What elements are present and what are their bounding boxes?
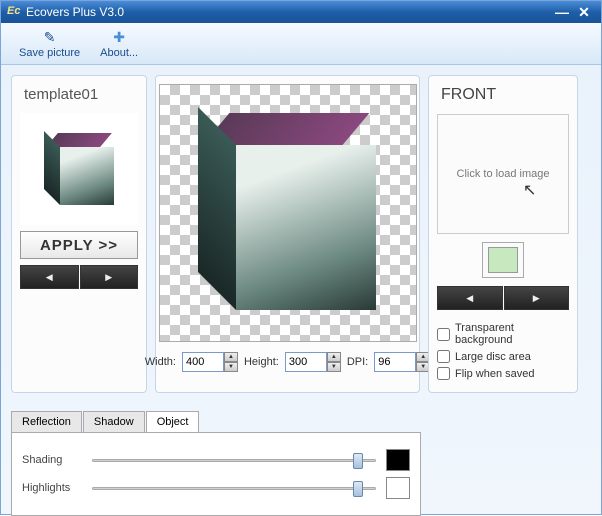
height-label: Height:: [244, 356, 279, 368]
width-input[interactable]: [182, 352, 224, 372]
large-disc-checkbox[interactable]: [437, 350, 450, 363]
transparent-bg-checkbox[interactable]: [437, 328, 450, 341]
dpi-input[interactable]: [374, 352, 416, 372]
template-name: template01: [20, 84, 138, 105]
width-label: Width:: [145, 356, 176, 368]
height-input[interactable]: [285, 352, 327, 372]
canvas[interactable]: [159, 84, 417, 342]
shading-slider[interactable]: [92, 451, 376, 469]
tab-reflection[interactable]: Reflection: [11, 411, 82, 432]
transparent-bg-option[interactable]: Transparent background: [437, 322, 569, 346]
height-down[interactable]: ▼: [327, 362, 341, 372]
dpi-label: DPI:: [347, 356, 368, 368]
tabs: Reflection Shadow Object: [11, 411, 591, 432]
canvas-box-render: [198, 113, 378, 313]
flip-saved-checkbox[interactable]: [437, 367, 450, 380]
close-button[interactable]: ✕: [573, 3, 595, 21]
highlights-slider[interactable]: [92, 479, 376, 497]
front-title: FRONT: [437, 84, 569, 106]
load-image-text: Click to load image: [457, 168, 550, 180]
face-next-button[interactable]: ▶: [504, 286, 570, 310]
template-next-button[interactable]: ▶: [80, 265, 139, 289]
plus-icon: ✚: [113, 29, 125, 47]
transparent-bg-label: Transparent background: [455, 322, 569, 346]
highlights-color-swatch[interactable]: [386, 477, 410, 499]
width-down[interactable]: ▼: [224, 362, 238, 372]
minimize-button[interactable]: —: [551, 3, 573, 21]
save-picture-label: Save picture: [19, 47, 80, 59]
large-disc-label: Large disc area: [455, 351, 531, 363]
save-picture-button[interactable]: ✎ Save picture: [9, 27, 90, 61]
template-preview: [20, 113, 138, 225]
tab-shadow[interactable]: Shadow: [83, 411, 145, 432]
template-prev-button[interactable]: ◀: [20, 265, 79, 289]
about-button[interactable]: ✚ About...: [90, 27, 148, 61]
pencil-icon: ✎: [44, 29, 56, 47]
large-disc-option[interactable]: Large disc area: [437, 350, 569, 363]
canvas-panel: Width: ▲▼ Height: ▲▼ DPI: ▲▼: [155, 75, 420, 393]
face-prev-button[interactable]: ◀: [437, 286, 503, 310]
about-label: About...: [100, 47, 138, 59]
shading-label: Shading: [22, 454, 82, 466]
apply-button[interactable]: APPLY >>: [20, 231, 138, 259]
shading-color-swatch[interactable]: [386, 449, 410, 471]
load-image-dropzone[interactable]: Click to load image ↖: [437, 114, 569, 234]
shading-slider-thumb[interactable]: [353, 453, 363, 469]
app-icon: Ec: [7, 5, 21, 19]
width-up[interactable]: ▲: [224, 352, 238, 362]
highlights-slider-thumb[interactable]: [353, 481, 363, 497]
titlebar: Ec Ecovers Plus V3.0 — ✕: [1, 1, 601, 23]
tab-object[interactable]: Object: [146, 411, 200, 432]
template-panel: template01 APPLY >> ◀ ▶: [11, 75, 147, 393]
cursor-icon: ↖: [523, 180, 536, 200]
highlights-label: Highlights: [22, 482, 82, 494]
front-panel: FRONT Click to load image ↖ ◀ ▶ Transpar…: [428, 75, 578, 393]
tab-body-object: Shading Highlights: [11, 432, 421, 516]
flip-saved-label: Flip when saved: [455, 368, 535, 380]
window-title: Ecovers Plus V3.0: [26, 5, 551, 19]
flip-saved-option[interactable]: Flip when saved: [437, 367, 569, 380]
dimension-controls: Width: ▲▼ Height: ▲▼ DPI: ▲▼: [145, 352, 430, 372]
height-up[interactable]: ▲: [327, 352, 341, 362]
template-thumb-box: [44, 133, 114, 205]
color-swatch-preview: [488, 247, 518, 273]
toolbar: ✎ Save picture ✚ About...: [1, 23, 601, 65]
color-swatch-button[interactable]: [482, 242, 524, 278]
